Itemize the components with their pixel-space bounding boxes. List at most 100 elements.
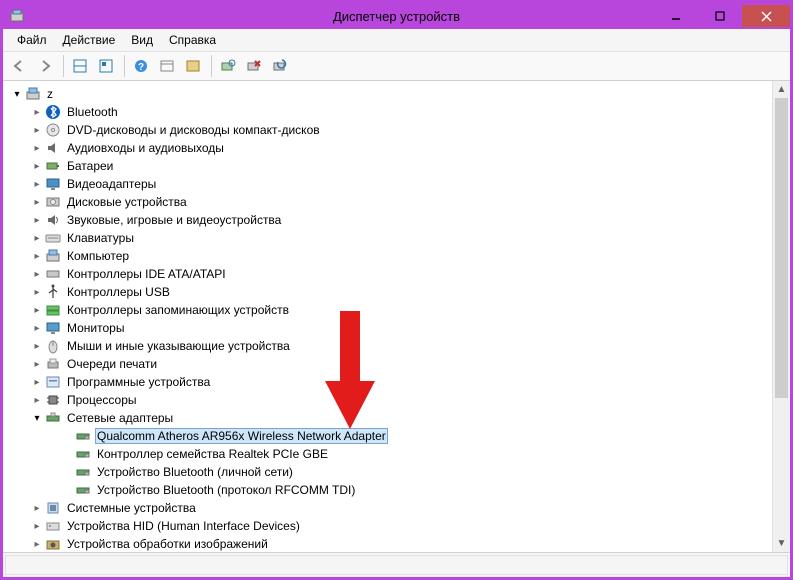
tree-node-monitors[interactable]: ▸ Мониторы bbox=[7, 319, 790, 337]
scroll-up-button[interactable]: ▲ bbox=[773, 81, 790, 98]
expand-icon[interactable]: ▸ bbox=[31, 520, 43, 532]
expand-icon[interactable]: ▸ bbox=[31, 178, 43, 190]
tree-node-realtek-pcie-gbe[interactable]: Контроллер семейства Realtek PCIe GBE bbox=[7, 445, 790, 463]
tree-node-imaging[interactable]: ▸ Устройства обработки изображений bbox=[7, 535, 790, 552]
disk-icon bbox=[45, 194, 61, 210]
tree-item-label: Мониторы bbox=[65, 320, 126, 336]
tree-node-dvd[interactable]: ▸ DVD-дисководы и дисководы компакт-диско… bbox=[7, 121, 790, 139]
computer-root-icon bbox=[25, 86, 41, 102]
menu-file[interactable]: Файл bbox=[9, 31, 55, 49]
device-tree[interactable]: ▲ ▼ ▾z ▸ Bluetooth ▸ DVD-дисководы и дисково… bbox=[3, 81, 790, 552]
menu-help[interactable]: Справка bbox=[161, 31, 224, 49]
tree-node-cpus[interactable]: ▸Процессоры bbox=[7, 391, 790, 409]
tree-node-bt-pan[interactable]: Устройство Bluetooth (личной сети) bbox=[7, 463, 790, 481]
app-icon bbox=[9, 8, 25, 24]
expand-icon[interactable]: ▸ bbox=[31, 304, 43, 316]
scroll-thumb[interactable] bbox=[775, 98, 788, 398]
menu-view[interactable]: Вид bbox=[123, 31, 161, 49]
tree-node-bt-rfcomm[interactable]: Устройство Bluetooth (протокол RFCOMM TD… bbox=[7, 481, 790, 499]
storage-ctrl-icon bbox=[45, 302, 61, 318]
computer-icon bbox=[45, 248, 61, 264]
tree-node-system[interactable]: ▸Системные устройства bbox=[7, 499, 790, 517]
back-button[interactable] bbox=[7, 54, 31, 78]
tree-node-hid[interactable]: ▸Устройства HID (Human Interface Devices… bbox=[7, 517, 790, 535]
ide-icon bbox=[45, 266, 61, 282]
tree-node-batteries[interactable]: ▸Батареи bbox=[7, 157, 790, 175]
separator bbox=[124, 55, 125, 77]
expand-icon[interactable]: ▸ bbox=[31, 322, 43, 334]
tree-item-label: Устройства обработки изображений bbox=[65, 536, 270, 552]
tree-item-label: Видеоадаптеры bbox=[65, 176, 158, 192]
tree-node-keyboards[interactable]: ▸Клавиатуры bbox=[7, 229, 790, 247]
expand-icon[interactable]: ▸ bbox=[31, 394, 43, 406]
expand-icon[interactable]: ▸ bbox=[31, 214, 43, 226]
tree-item-label: Устройство Bluetooth (протокол RFCOMM TD… bbox=[95, 482, 357, 498]
tree-item-label: Компьютер bbox=[65, 248, 131, 264]
tree-node-disk[interactable]: ▸Дисковые устройства bbox=[7, 193, 790, 211]
audio-io-icon bbox=[45, 140, 61, 156]
tree-item-label: Qualcomm Atheros AR956x Wireless Network… bbox=[95, 428, 388, 444]
tree-node-usb[interactable]: ▸ Контроллеры USB bbox=[7, 283, 790, 301]
tree-item-label: Bluetooth bbox=[65, 104, 120, 120]
tree-node-qualcomm-ar956x[interactable]: Qualcomm Atheros AR956x Wireless Network… bbox=[7, 427, 790, 445]
menu-action[interactable]: Действие bbox=[55, 31, 124, 49]
tree-node-audio-io[interactable]: ▸Аудиовходы и аудиовыходы bbox=[7, 139, 790, 157]
tree-node-ide[interactable]: ▸Контроллеры IDE ATA/ATAPI bbox=[7, 265, 790, 283]
collapse-icon[interactable]: ▾ bbox=[31, 412, 43, 424]
help-button[interactable]: ? bbox=[129, 54, 153, 78]
statusbar-area bbox=[3, 552, 790, 577]
close-button[interactable] bbox=[742, 5, 790, 27]
toolbar: ? bbox=[3, 52, 790, 81]
tree-node-software-dev[interactable]: ▸Программные устройства bbox=[7, 373, 790, 391]
scroll-down-button[interactable]: ▼ bbox=[773, 535, 790, 552]
properties-button[interactable] bbox=[94, 54, 118, 78]
expand-icon[interactable]: ▸ bbox=[31, 232, 43, 244]
tree-item-label: DVD-дисководы и дисководы компакт-дисков bbox=[65, 122, 322, 138]
tree-node-storage-ctrl[interactable]: ▸Контроллеры запоминающих устройств bbox=[7, 301, 790, 319]
network-adapter-icon bbox=[75, 482, 91, 498]
network-adapter-icon bbox=[75, 464, 91, 480]
cpu-icon bbox=[45, 392, 61, 408]
update-driver-button[interactable] bbox=[268, 54, 292, 78]
tree-node-display[interactable]: ▸ Видеоадаптеры bbox=[7, 175, 790, 193]
expand-icon[interactable]: ▸ bbox=[31, 160, 43, 172]
tree-node-bluetooth[interactable]: ▸ Bluetooth bbox=[7, 103, 790, 121]
menubar: Файл Действие Вид Справка bbox=[3, 29, 790, 52]
tree-item-label: Контроллеры USB bbox=[65, 284, 172, 300]
expand-icon[interactable]: ▸ bbox=[31, 250, 43, 262]
show-hide-button[interactable] bbox=[68, 54, 92, 78]
expand-icon[interactable]: ▸ bbox=[31, 268, 43, 280]
tree-item-label: Устройство Bluetooth (личной сети) bbox=[95, 464, 295, 480]
expand-icon[interactable]: ▸ bbox=[31, 286, 43, 298]
tree-node-mice[interactable]: ▸Мыши и иные указывающие устройства bbox=[7, 337, 790, 355]
toolbar-button-2[interactable] bbox=[181, 54, 205, 78]
expand-icon[interactable]: ▸ bbox=[31, 538, 43, 550]
expand-icon[interactable]: ▸ bbox=[31, 340, 43, 352]
uninstall-button[interactable] bbox=[242, 54, 266, 78]
titlebar[interactable]: Диспетчер устройств bbox=[3, 3, 790, 29]
toggle-spacer bbox=[61, 448, 73, 460]
vertical-scrollbar[interactable]: ▲ ▼ bbox=[772, 81, 790, 552]
collapse-icon[interactable]: ▾ bbox=[11, 88, 23, 100]
tree-node-print-queues[interactable]: ▸Очереди печати bbox=[7, 355, 790, 373]
tree-item-label: Контроллер семейства Realtek PCIe GBE bbox=[95, 446, 330, 462]
tree-node-computer[interactable]: ▸ Компьютер bbox=[7, 247, 790, 265]
scan-hardware-button[interactable] bbox=[216, 54, 240, 78]
expand-icon[interactable]: ▸ bbox=[31, 196, 43, 208]
battery-icon bbox=[45, 158, 61, 174]
tree-node-svg-devices[interactable]: ▸Звуковые, игровые и видеоустройства bbox=[7, 211, 790, 229]
keyboard-icon bbox=[45, 230, 61, 246]
expand-icon[interactable]: ▸ bbox=[31, 502, 43, 514]
expand-icon[interactable]: ▸ bbox=[31, 124, 43, 136]
minimize-button[interactable] bbox=[654, 5, 698, 27]
expand-icon[interactable]: ▸ bbox=[31, 376, 43, 388]
maximize-button[interactable] bbox=[698, 5, 742, 27]
expand-icon[interactable]: ▸ bbox=[31, 106, 43, 118]
tree-node-net[interactable]: ▾Сетевые адаптеры bbox=[7, 409, 790, 427]
toggle-spacer bbox=[61, 484, 73, 496]
expand-icon[interactable]: ▸ bbox=[31, 358, 43, 370]
toolbar-button[interactable] bbox=[155, 54, 179, 78]
expand-icon[interactable]: ▸ bbox=[31, 142, 43, 154]
tree-root-node[interactable]: ▾z bbox=[7, 85, 790, 103]
forward-button[interactable] bbox=[33, 54, 57, 78]
